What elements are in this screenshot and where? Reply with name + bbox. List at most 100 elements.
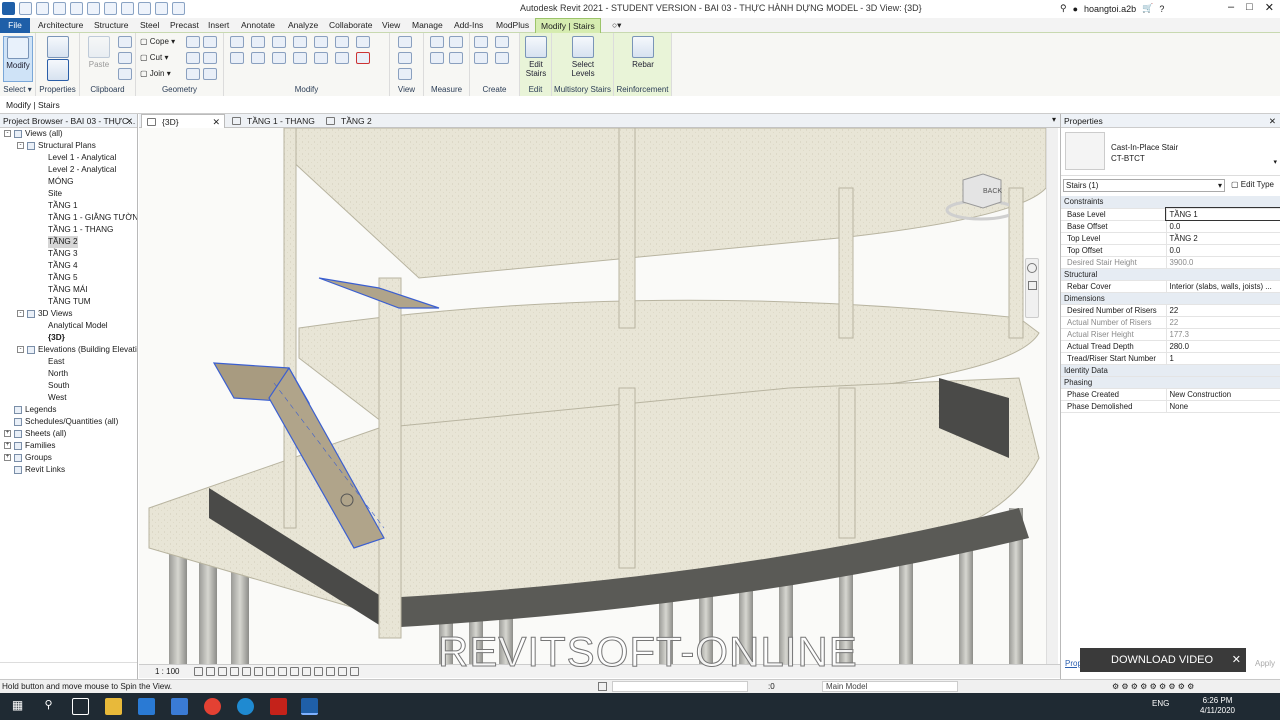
autocad-icon[interactable] <box>270 698 287 715</box>
revit-logo-icon[interactable] <box>2 2 15 15</box>
file-explorer-icon[interactable] <box>105 698 122 715</box>
trim-icon[interactable] <box>335 36 349 48</box>
property-group-header[interactable]: Identity Data <box>1061 364 1280 377</box>
worksharing-icon[interactable] <box>350 667 359 676</box>
navigation-bar[interactable] <box>1025 258 1039 318</box>
property-value[interactable]: TẦNG 2 <box>1166 232 1280 245</box>
property-value[interactable]: 0.0 <box>1166 244 1280 257</box>
browser-item[interactable]: TẦNG 3 <box>0 248 137 260</box>
tab-modify-stairs[interactable]: Modify | Stairs <box>535 18 601 33</box>
copy-clip-icon[interactable] <box>118 52 132 64</box>
trim-extend-icon[interactable] <box>293 52 307 64</box>
collapse-icon[interactable]: - <box>17 142 24 149</box>
expand-icon[interactable]: + <box>4 454 11 461</box>
delete-icon[interactable] <box>356 52 370 64</box>
undo-icon[interactable] <box>70 2 83 15</box>
shadows-icon[interactable] <box>230 667 239 676</box>
3d-view-icon[interactable] <box>155 2 168 15</box>
zoom-icon[interactable] <box>1028 281 1037 290</box>
sync-icon[interactable] <box>53 2 66 15</box>
split-icon[interactable] <box>314 36 328 48</box>
download-video-banner[interactable]: DOWNLOAD VIDEO ✕ <box>1080 648 1246 672</box>
browser-item[interactable]: + Sheets (all) <box>0 428 137 440</box>
cut-button[interactable]: ▢ Cut ▾ <box>140 53 168 62</box>
close-icon[interactable]: ✕ <box>1265 1 1274 14</box>
browser-item[interactable]: West <box>0 392 137 404</box>
aligned-dim-icon[interactable] <box>449 52 463 64</box>
tab-manage[interactable]: Manage <box>407 18 448 33</box>
pin-icon[interactable] <box>356 36 370 48</box>
create-parts-icon[interactable] <box>495 36 509 48</box>
search-icon[interactable]: ⚲ <box>40 698 57 715</box>
thin-lines-icon[interactable] <box>172 2 185 15</box>
paste-button[interactable]: Paste <box>84 36 114 69</box>
save-icon[interactable] <box>36 2 49 15</box>
text-icon[interactable] <box>138 2 151 15</box>
close-icon[interactable]: ✕ <box>126 114 133 127</box>
browser-item[interactable]: {3D} <box>0 332 137 344</box>
rebar-button[interactable]: Rebar <box>628 36 658 69</box>
property-value[interactable]: Interior (slabs, walls, joists) ... <box>1166 280 1280 293</box>
chevron-down-icon[interactable]: ▾ <box>1273 158 1277 166</box>
select-levels-button[interactable]: Select Levels <box>568 36 598 78</box>
browser-item[interactable]: Schedules/Quantities (all) <box>0 416 137 428</box>
browser-item[interactable]: TẦNG 4 <box>0 260 137 272</box>
expand-icon[interactable]: + <box>4 430 11 437</box>
tab-file[interactable]: File <box>0 18 30 33</box>
type-selector[interactable]: Cast-In-Place Stair CT-BTCT ▾ <box>1061 128 1280 176</box>
browser-item[interactable]: MÓNG <box>0 176 137 188</box>
reveal-hidden-icon[interactable] <box>302 667 311 676</box>
print-icon[interactable] <box>104 2 117 15</box>
browser-item[interactable]: TẦNG 5 <box>0 272 137 284</box>
cart-icon[interactable]: 🛒 <box>1142 3 1153 14</box>
maximize-icon[interactable]: □ <box>1246 1 1253 14</box>
type-properties-button[interactable] <box>43 59 73 83</box>
clock[interactable]: 6:26 PM 4/11/2020 <box>1200 696 1235 716</box>
3d-viewport[interactable]: BACK <box>139 128 1046 664</box>
property-value[interactable]: None <box>1166 400 1280 413</box>
store-icon[interactable] <box>138 698 155 715</box>
measure-distance-icon[interactable] <box>430 36 444 48</box>
browser-item[interactable]: TẦNG MÁI <box>0 284 137 296</box>
array-icon[interactable] <box>314 52 328 64</box>
collapse-icon[interactable]: - <box>17 346 24 353</box>
tab-architecture[interactable]: Architecture <box>33 18 88 33</box>
temp-hide-icon[interactable] <box>290 667 299 676</box>
browser-item[interactable]: + Families <box>0 440 137 452</box>
visual-style-icon[interactable] <box>206 667 215 676</box>
edge-icon[interactable] <box>237 698 254 715</box>
instance-filter-select[interactable]: Stairs (1) ▾ <box>1063 179 1225 192</box>
browser-item[interactable]: TẦNG 1 <box>0 200 137 212</box>
redo-icon[interactable] <box>87 2 100 15</box>
roof-slab[interactable] <box>288 128 1046 279</box>
tab-precast[interactable]: Precast <box>165 18 204 33</box>
tab-collaborate[interactable]: Collaborate <box>324 18 377 33</box>
user-icon[interactable]: ● <box>1073 4 1078 14</box>
render-icon[interactable] <box>242 667 251 676</box>
help-icon[interactable]: ? <box>1159 4 1164 14</box>
property-value[interactable]: 0.0 <box>1166 220 1280 233</box>
browser-item[interactable]: Revit Links <box>0 464 137 476</box>
tab-view[interactable]: View <box>377 18 405 33</box>
copy-icon[interactable] <box>251 52 265 64</box>
view-scale[interactable]: 1 : 100 <box>155 667 179 676</box>
analytical-icon[interactable] <box>314 667 323 676</box>
join-button[interactable]: ▢ Join ▾ <box>140 69 171 78</box>
tab-modplus[interactable]: ModPlus <box>491 18 534 33</box>
property-value[interactable]: 22 <box>1166 304 1280 317</box>
browser-item[interactable]: - 3D Views <box>0 308 137 320</box>
browser-item[interactable]: - Structural Plans <box>0 140 137 152</box>
browser-item[interactable]: Site <box>0 188 137 200</box>
tab-analyze[interactable]: Analyze <box>283 18 323 33</box>
mirror-draw-icon[interactable] <box>293 36 307 48</box>
tab-insert[interactable]: Insert <box>203 18 234 33</box>
open-icon[interactable] <box>19 2 32 15</box>
property-group-header[interactable]: Structural <box>1061 268 1280 281</box>
browser-item[interactable]: Legends <box>0 404 137 416</box>
create-group-icon[interactable] <box>474 52 488 64</box>
browser-item[interactable]: South <box>0 380 137 392</box>
constraints-icon[interactable] <box>338 667 347 676</box>
worksets-icon[interactable] <box>598 682 607 691</box>
sun-path-icon[interactable] <box>218 667 227 676</box>
rotate-icon[interactable] <box>272 52 286 64</box>
